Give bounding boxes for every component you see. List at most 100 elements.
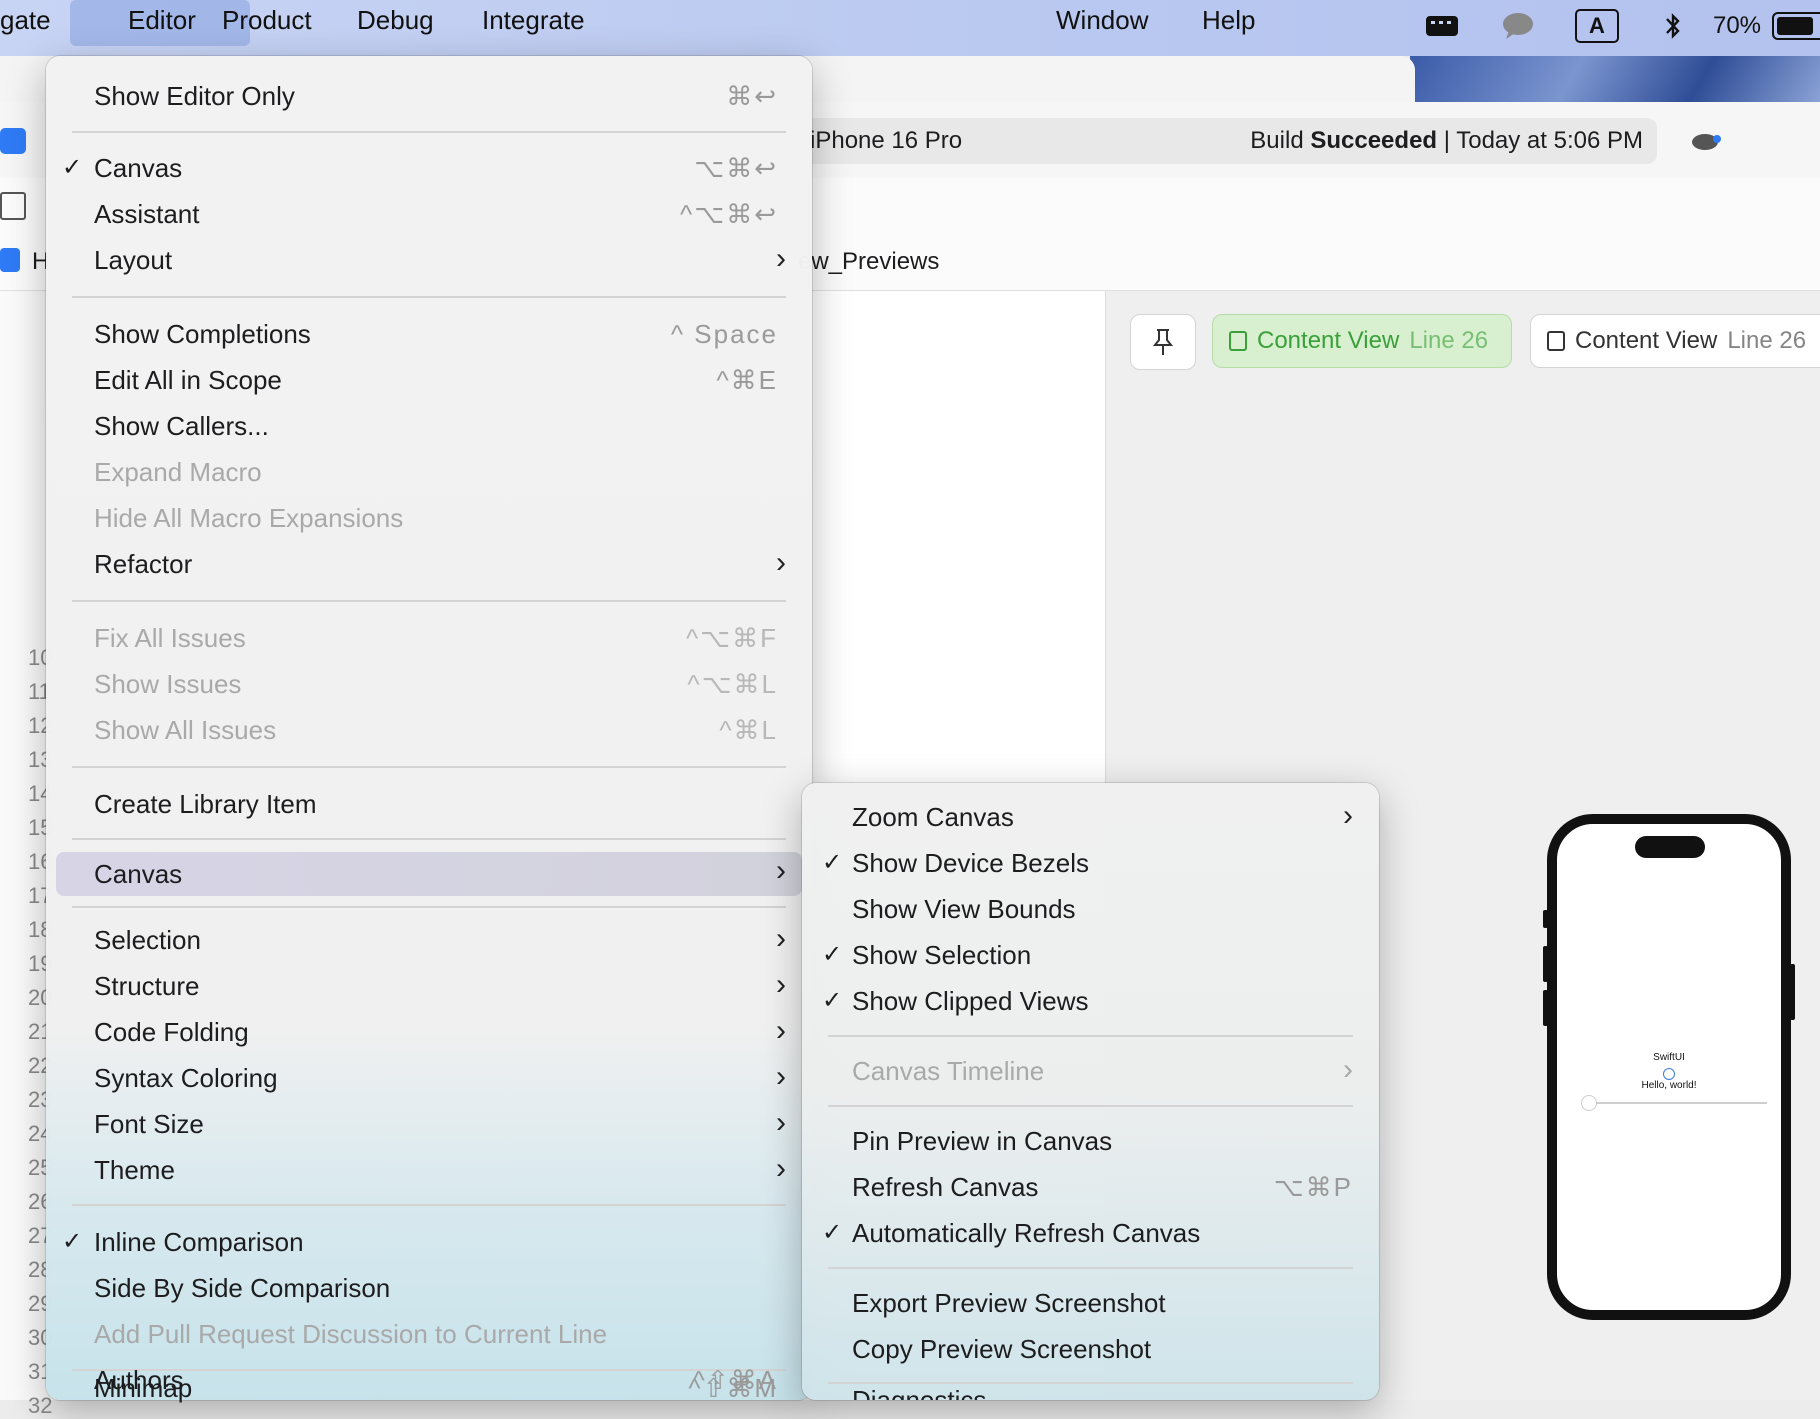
submenu-item-diagnostics[interactable]: Diagnostics: [802, 1384, 1379, 1400]
document-icon: [1547, 331, 1565, 351]
submenu-item-refresh-canvas[interactable]: Refresh Canvas ⌥⌘P: [802, 1167, 1379, 1207]
canvas-submenu: Zoom Canvas › ✓ Show Device Bezels Show …: [802, 783, 1379, 1400]
preview-tab-name: Content View: [1575, 327, 1718, 354]
cloud-icon[interactable]: [1690, 128, 1724, 152]
canvas-submenu-bottom-row: Diagnostics: [802, 1384, 1379, 1400]
menu-item-structure[interactable]: Structure ›: [46, 966, 812, 1006]
editor-menu: Show Editor Only ⌘↩ ✓ Canvas ⌥⌘↩ Assista…: [46, 56, 812, 1400]
messages-icon[interactable]: [1498, 8, 1538, 44]
chevron-right-icon: ›: [776, 1106, 786, 1139]
submenu-item-auto-refresh[interactable]: ✓ Automatically Refresh Canvas: [802, 1213, 1379, 1253]
submenu-item-copy-screenshot[interactable]: Copy Preview Screenshot: [802, 1329, 1379, 1369]
document-icon: [1229, 331, 1247, 351]
bluetooth-icon[interactable]: [1658, 8, 1688, 44]
checkmark-icon: ✓: [62, 154, 83, 181]
menu-separator: [72, 906, 786, 908]
submenu-item-pin-preview[interactable]: Pin Preview in Canvas: [802, 1121, 1379, 1161]
chevron-right-icon: ›: [776, 968, 786, 1001]
pin-icon: [1152, 329, 1174, 355]
checkmark-icon: ✓: [822, 987, 843, 1014]
menu-item-fix-all-issues: Fix All Issues ^⌥⌘F: [94, 623, 778, 653]
menu-navigate[interactable]: gate: [0, 0, 63, 46]
submenu-item-show-clipped-views[interactable]: ✓ Show Clipped Views: [802, 981, 1379, 1021]
submenu-item-show-selection[interactable]: ✓ Show Selection: [802, 935, 1379, 975]
menu-item-refactor[interactable]: Refactor ›: [46, 544, 812, 584]
menu-item-show-completions[interactable]: Show Completions ^ Space: [46, 314, 812, 354]
jumpbar-crumb[interactable]: ew_Previews: [798, 248, 939, 276]
menu-item-canvas-toggle[interactable]: ✓ Canvas ⌥⌘↩: [46, 148, 812, 188]
action-button: [1543, 910, 1548, 928]
chevron-right-icon: ›: [1343, 1053, 1353, 1086]
menu-item-layout[interactable]: Layout ›: [46, 240, 812, 280]
volume-up-button: [1543, 946, 1548, 982]
menu-separator: [72, 766, 786, 768]
menu-separator: [72, 296, 786, 298]
menu-item-font-size[interactable]: Font Size ›: [46, 1104, 812, 1144]
menu-separator: [72, 600, 786, 602]
menu-item-add-pr-discussion: Add Pull Request Discussion to Current L…: [94, 1319, 608, 1349]
menu-separator: [72, 1204, 786, 1206]
menu-item-inline-comparison[interactable]: ✓ Inline Comparison: [46, 1222, 812, 1262]
menu-separator: [72, 131, 786, 133]
menu-item-edit-all-in-scope[interactable]: Edit All in Scope ^⌘E: [46, 360, 812, 400]
chevron-right-icon: ›: [776, 854, 786, 887]
submenu-item-export-screenshot[interactable]: Export Preview Screenshot: [802, 1283, 1379, 1323]
pin-preview-button[interactable]: [1130, 314, 1196, 370]
chevron-right-icon: ›: [776, 1014, 786, 1047]
menu-debug[interactable]: Debug: [345, 0, 446, 46]
menu-item-create-library-item[interactable]: Create Library Item: [46, 784, 812, 824]
menu-item-hide-macro-expansions: Hide All Macro Expansions: [94, 503, 404, 533]
menu-window[interactable]: Window: [1044, 0, 1160, 46]
menu-item-theme[interactable]: Theme ›: [46, 1150, 812, 1190]
menu-item-show-all-issues: Show All Issues ^⌘L: [94, 715, 778, 745]
menu-integrate[interactable]: Integrate: [470, 0, 597, 46]
menu-item-show-callers[interactable]: Show Callers...: [46, 406, 812, 446]
menu-item-code-folding[interactable]: Code Folding ›: [46, 1012, 812, 1052]
editor-menu-bottom-row: Authors ^⇧⌘A: [46, 1360, 812, 1400]
volume-down-button: [1543, 990, 1548, 1026]
line-number-gutter: 10 11 12 13 14 15 16 17 18 19 20 21 22 2…: [0, 291, 52, 1418]
keyboard-viewer-icon[interactable]: [1422, 8, 1462, 44]
preview-tab-line: Line 26: [1409, 327, 1489, 354]
menu-item-syntax-coloring[interactable]: Syntax Coloring ›: [46, 1058, 812, 1098]
preview-tab-active[interactable]: Content View Line 26: [1212, 314, 1512, 368]
checkmark-icon: ✓: [822, 849, 843, 876]
preview-tab-line: Line 26: [1727, 327, 1807, 354]
chevron-right-icon: ›: [776, 1060, 786, 1093]
preview-slider-track: [1587, 1102, 1767, 1104]
preview-slider-knob[interactable]: [1581, 1095, 1597, 1111]
menu-item-show-editor-only[interactable]: Show Editor Only ⌘↩: [46, 76, 812, 116]
checkmark-icon: ✓: [822, 1219, 843, 1246]
input-source-icon[interactable]: A: [1575, 8, 1619, 44]
menu-item-authors[interactable]: Authors ^⇧⌘A: [46, 1360, 812, 1400]
menu-separator: [828, 1105, 1353, 1107]
menu-item-expand-macro: Expand Macro: [94, 457, 262, 487]
submenu-item-zoom-canvas[interactable]: Zoom Canvas ›: [802, 797, 1379, 837]
device-preview[interactable]: SwiftUI Hello, world!: [1543, 814, 1795, 1320]
checkmark-icon: ✓: [822, 941, 843, 968]
dynamic-island: [1635, 836, 1705, 858]
menu-item-canvas-submenu[interactable]: Canvas ›: [56, 852, 802, 896]
chevron-right-icon: ›: [776, 242, 786, 275]
run-destination[interactable]: iPhone 16 Pro: [810, 127, 962, 155]
chevron-right-icon: ›: [776, 922, 786, 955]
menu-help[interactable]: Help: [1190, 0, 1267, 46]
app-icon: [0, 128, 26, 154]
submenu-item-canvas-timeline: Canvas Timeline ›: [802, 1051, 1379, 1091]
menu-product[interactable]: Product: [210, 0, 324, 46]
battery-percent: 70%: [1712, 12, 1762, 39]
swift-file-icon: [0, 248, 20, 272]
grid-icon[interactable]: [0, 192, 26, 220]
power-button: [1790, 964, 1795, 1020]
chevron-right-icon: ›: [776, 1152, 786, 1185]
globe-icon: [1663, 1068, 1675, 1080]
battery-icon[interactable]: [1772, 8, 1820, 44]
preview-tab[interactable]: Content View Line 26: [1530, 314, 1820, 368]
build-status: Build Succeeded | Today at 5:06 PM: [1250, 127, 1643, 154]
menu-item-selection[interactable]: Selection ›: [46, 920, 812, 960]
submenu-item-show-view-bounds[interactable]: Show View Bounds: [802, 889, 1379, 929]
menu-item-assistant[interactable]: Assistant ^⌥⌘↩: [46, 194, 812, 234]
submenu-item-show-device-bezels[interactable]: ✓ Show Device Bezels: [802, 843, 1379, 883]
menu-item-side-by-side[interactable]: Side By Side Comparison: [46, 1268, 812, 1308]
preview-greeting: Hello, world!: [1641, 1080, 1697, 1091]
